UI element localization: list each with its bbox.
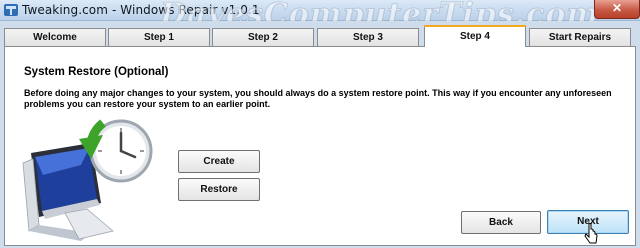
tab-strip: Welcome Step 1 Step 2 Step 3 Step 4 Star… [4,25,636,47]
system-restore-icon [22,119,153,241]
tab-step-1[interactable]: Step 1 [108,28,210,46]
tab-step-4[interactable]: Step 4 [424,25,526,47]
tab-step-3[interactable]: Step 3 [317,28,419,46]
close-button[interactable]: ✕ [594,0,640,19]
create-button[interactable]: Create [178,150,260,173]
section-title: System Restore (Optional) [24,66,169,78]
tweaking-logo-icon [4,4,18,16]
tab-start-repairs[interactable]: Start Repairs [529,28,631,46]
tab-welcome[interactable]: Welcome [4,28,106,46]
mouse-pointer-icon [584,223,598,244]
section-description: Before doing any major changes to your s… [24,88,612,109]
step-4-panel: System Restore (Optional) Before doing a… [4,46,636,246]
back-button[interactable]: Back [461,211,541,234]
restore-button[interactable]: Restore [178,178,260,201]
title-bar: Tweaking.com - Windows Repair v1.0.1 Dav… [0,0,640,33]
tab-step-2[interactable]: Step 2 [212,28,314,46]
close-icon: ✕ [611,1,623,15]
